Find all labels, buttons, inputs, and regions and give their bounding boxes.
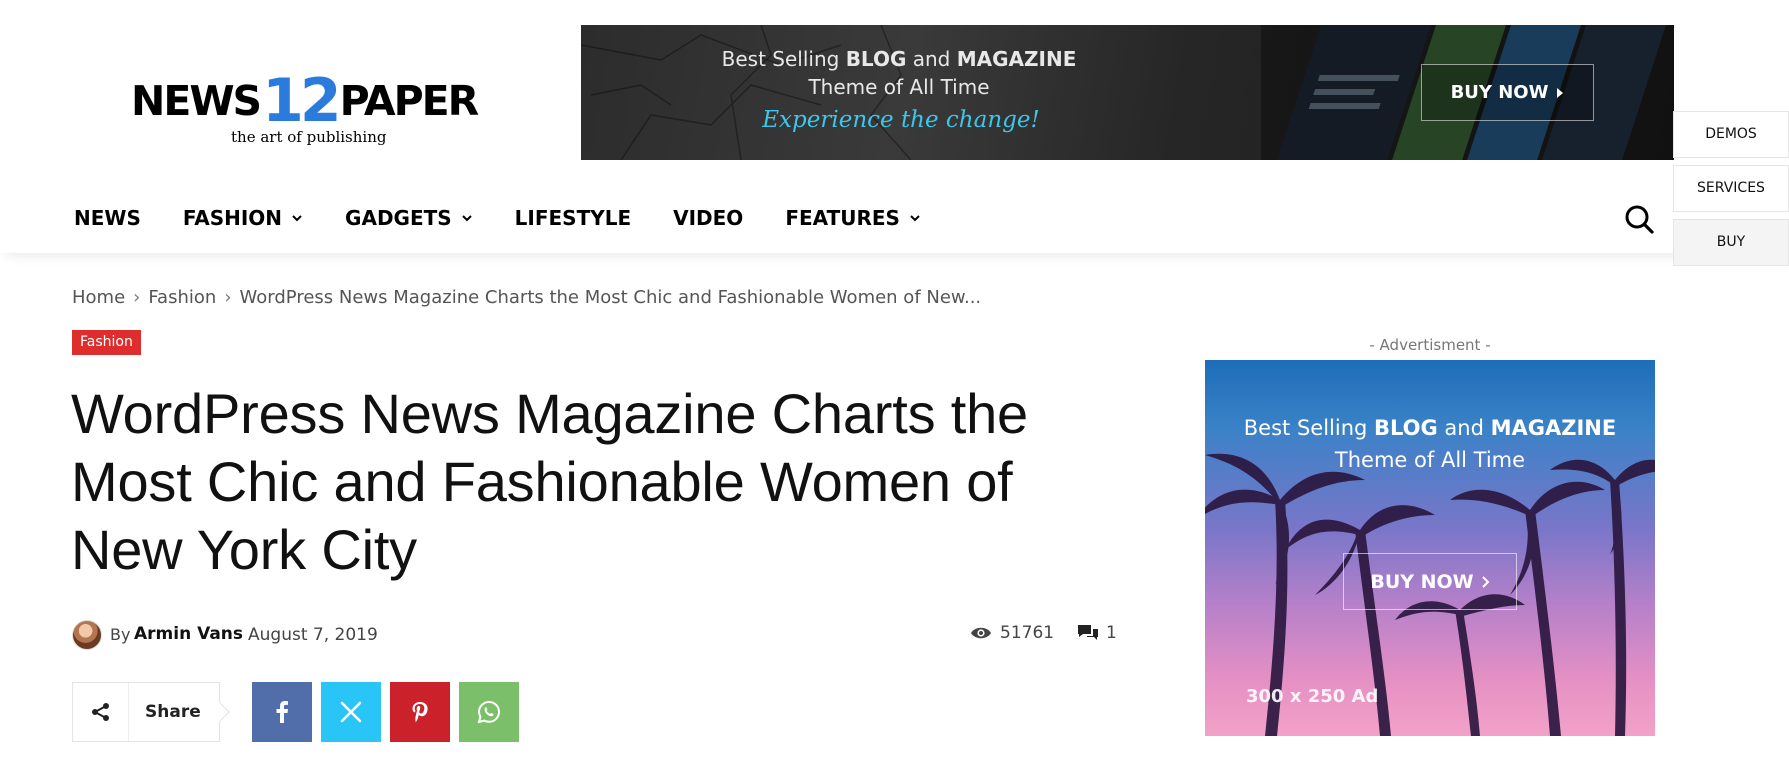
breadcrumb-home[interactable]: Home [72, 287, 125, 308]
logo-tagline: the art of publishing [231, 128, 387, 146]
chevron-down-icon [461, 215, 472, 222]
nav-item-lifestyle[interactable]: LIFESTYLE [515, 206, 631, 230]
facebook-icon [276, 701, 288, 723]
comment-count[interactable]: 1 [1078, 623, 1117, 643]
banner-buy-now-button[interactable]: BUY NOW [1421, 64, 1594, 121]
breadcrumb: Home › Fashion › WordPress News Magazine… [72, 287, 981, 308]
sidebar-ad-buy-now-label: BUY NOW [1370, 570, 1474, 593]
advertisement-label: - Advertisment - [1369, 336, 1491, 354]
sidebar-ad-subline: Theme of All Time [1334, 448, 1526, 472]
side-tab-buy[interactable]: BUY [1673, 219, 1789, 266]
nav-label: FASHION [182, 206, 283, 230]
search-button[interactable] [1623, 203, 1655, 235]
chevron-right-icon [1481, 575, 1490, 588]
caret-right-icon [1557, 87, 1564, 98]
nav-item-gadgets[interactable]: GADGETS [345, 206, 473, 230]
nav-item-video[interactable]: VIDEO [673, 206, 743, 230]
site-logo[interactable]: NEWS12PAPER the art of publishing [131, 58, 496, 158]
sidebar-ad-size-label: 300 x 250 Ad [1246, 686, 1379, 707]
share-arrow [210, 702, 230, 722]
share-icon-wrap [73, 683, 129, 741]
nav-label: VIDEO [673, 206, 744, 230]
header-ad-banner[interactable]: Best Selling BLOG and MAGAZINE Theme of … [581, 25, 1674, 160]
nav-label: NEWS [74, 206, 141, 230]
side-tab-services[interactable]: SERVICES [1673, 165, 1789, 212]
nav-item-features[interactable]: FEATURES [785, 206, 921, 230]
author-name[interactable]: Armin Vans [134, 624, 243, 644]
comment-count-value: 1 [1106, 623, 1117, 643]
nav-label: GADGETS [345, 206, 452, 230]
by-label: By [110, 625, 131, 644]
side-tab-demos[interactable]: DEMOS [1673, 111, 1789, 158]
site-header: NEWS12PAPER the art of publishing Best S… [0, 0, 1789, 253]
share-whatsapp-button[interactable] [459, 682, 519, 742]
nav-label: FEATURES [785, 206, 900, 230]
comments-icon [1078, 625, 1098, 640]
share-icon [91, 703, 109, 721]
logo-part-paper: PAPER [339, 77, 480, 125]
breadcrumb-separator: › [224, 287, 232, 308]
post-title: WordPress News Magazine Charts the Most … [71, 382, 1028, 581]
breadcrumb-current: WordPress News Magazine Charts the Most … [239, 287, 982, 308]
view-count: 51761 [970, 623, 1054, 643]
share-button[interactable]: Share [72, 682, 230, 742]
logo-part-news: NEWS [131, 77, 262, 125]
breadcrumb-separator: › [133, 287, 141, 308]
chevron-down-icon [910, 215, 920, 222]
post-date: August 7, 2019 [248, 625, 378, 645]
category-badge[interactable]: Fashion [72, 330, 141, 355]
search-icon [1625, 205, 1654, 234]
banner-subline: Theme of All Time [808, 75, 990, 99]
whatsapp-icon [477, 700, 501, 724]
chevron-down-icon [292, 215, 302, 222]
pinterest-icon [412, 702, 428, 722]
banner-slogan: Experience the change! [762, 107, 1040, 133]
breadcrumb-category[interactable]: Fashion [148, 287, 216, 308]
main-nav: NEWS FASHION GADGETS LIFESTYLE VIDEO FEA… [74, 196, 963, 240]
share-facebook-button[interactable] [252, 682, 312, 742]
logo-wordmark: NEWS12PAPER [131, 66, 480, 136]
banner-headline: Best Selling BLOG and MAGAZINE [721, 47, 1077, 71]
sidebar-ad-headline: Best Selling BLOG and MAGAZINE [1243, 416, 1617, 440]
share-label: Share [145, 702, 201, 722]
side-tabs: DEMOS SERVICES BUY [1673, 111, 1789, 273]
x-twitter-icon [340, 701, 362, 723]
author-avatar[interactable] [72, 620, 102, 650]
sidebar-ad-buy-now-button[interactable]: BUY NOW [1343, 553, 1517, 610]
view-count-value: 51761 [1000, 623, 1055, 643]
banner-buy-now-label: BUY NOW [1450, 82, 1549, 103]
nav-item-news[interactable]: NEWS [74, 206, 141, 230]
logo-number: 12 [262, 66, 341, 136]
eye-icon [971, 627, 991, 639]
sidebar-ad-banner[interactable]: Best Selling BLOG and MAGAZINE Theme of … [1205, 360, 1655, 736]
nav-item-fashion[interactable]: FASHION [183, 206, 303, 230]
share-pinterest-button[interactable] [390, 682, 450, 742]
share-x-button[interactable] [321, 682, 381, 742]
post-meta: By Armin Vans August 7, 2019 51761 1 [72, 620, 1122, 650]
nav-label: LIFESTYLE [514, 206, 632, 230]
